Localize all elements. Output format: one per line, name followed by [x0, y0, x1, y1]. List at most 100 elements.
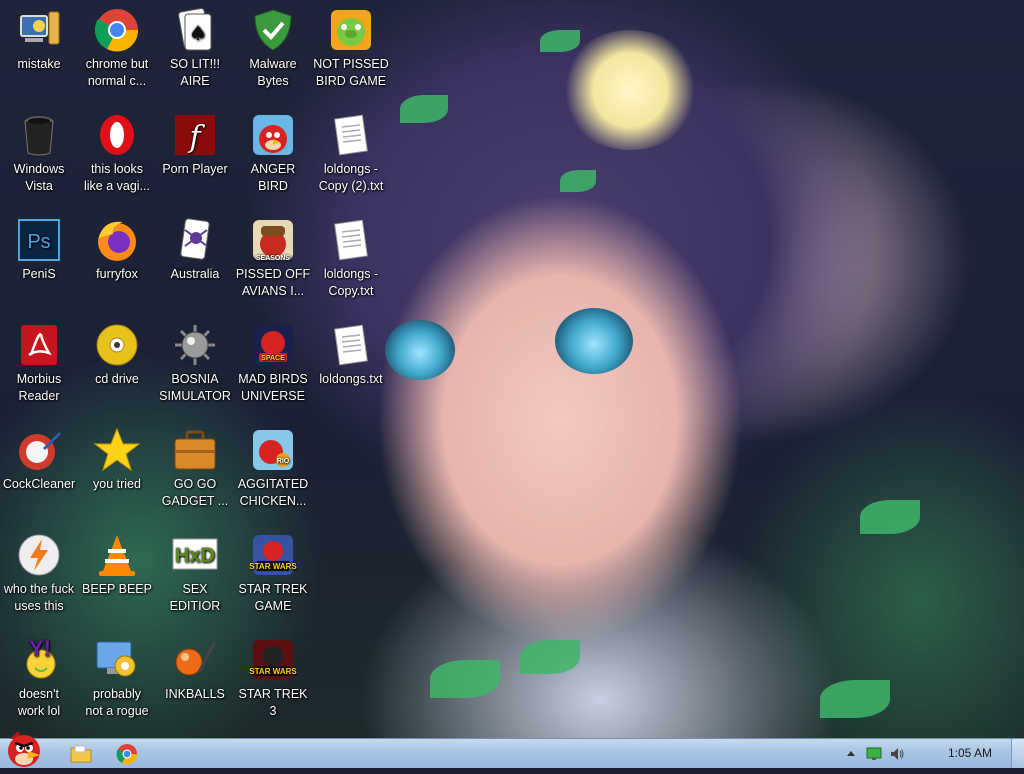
taskbar: 1:05 AM: [0, 731, 1024, 768]
desktop-icon-label: cd drive: [95, 372, 139, 386]
desktop-icon-label: STAR TREK GAME: [238, 582, 308, 613]
desktop-icon-loldongs[interactable]: loldongs.txt: [313, 321, 389, 388]
desktop-icon-mad-birds-universe[interactable]: SPACE MAD BIRDS UNIVERSE: [235, 321, 311, 405]
desktop-icon-australia[interactable]: Australia: [157, 216, 233, 283]
svg-text:SPACE: SPACE: [261, 355, 285, 362]
desktop-icon-porn-player[interactable]: f Porn Player: [157, 111, 233, 178]
desktop-icon-malware-bytes[interactable]: Malware Bytes: [235, 6, 311, 90]
desktop-icon-label: this looks like a vagi...: [83, 162, 150, 193]
desktop-icon-inkballs[interactable]: INKBALLS: [157, 636, 233, 703]
angry-birds-rio-icon: RIO: [249, 426, 297, 474]
desktop-icon-label: chrome but normal c...: [85, 57, 149, 88]
wallpaper-leaf-decoration: [560, 170, 596, 192]
wallpaper-leaf-decoration: [520, 640, 580, 674]
show-desktop-button[interactable]: [1011, 739, 1024, 768]
wallpaper-flower-decoration: [560, 30, 700, 150]
desktop-icon-windows-vista[interactable]: Windows Vista: [1, 111, 77, 195]
desktop-icon-label: ANGER BIRD: [250, 162, 296, 193]
svg-text:STAR WARS: STAR WARS: [249, 562, 297, 571]
desktop-icon-not-pissed-bird-game[interactable]: NOT PISSED BIRD GAME: [313, 6, 389, 90]
volume-icon[interactable]: [889, 746, 905, 762]
svg-text:Ps: Ps: [27, 231, 50, 253]
desktop-icon-label: Windows Vista: [13, 162, 65, 193]
svg-text:SEASONS: SEASONS: [256, 255, 291, 262]
text-file-icon: [327, 216, 375, 264]
desktop-icon-this-looks-like[interactable]: this looks like a vagi...: [79, 111, 155, 195]
desktop-icon-label: CockCleaner: [2, 477, 76, 491]
desktop-icon-loldongs-copy[interactable]: loldongs - Copy.txt: [313, 216, 389, 300]
pig-icon: [327, 6, 375, 54]
desktop-icon-go-go-gadget[interactable]: GO GO GADGET ...: [157, 426, 233, 510]
desktop-icon-probably-not-a-rogue[interactable]: probably not a rogue: [79, 636, 155, 720]
wallpaper-left-eye: [385, 320, 455, 380]
mine-icon: [171, 321, 219, 369]
desktop-icon-chrome-but-normal[interactable]: chrome but normal c...: [79, 6, 155, 90]
desktop-icon-label: who the fuck uses this: [3, 582, 75, 613]
show-hidden-icons-arrow[interactable]: [846, 749, 856, 759]
taskbar-explorer-button[interactable]: [69, 742, 93, 766]
desktop-icon-anger-bird[interactable]: ANGER BIRD: [235, 111, 311, 195]
desktop-icon-morbius-reader[interactable]: Morbius Reader: [1, 321, 77, 405]
wallpaper-leaf-decoration: [400, 95, 448, 123]
desktop-icon-cockcleaner[interactable]: CockCleaner: [1, 426, 77, 493]
firefox-icon: [93, 216, 141, 264]
opera-icon: [93, 111, 141, 159]
desktop-icon-label: you tried: [93, 477, 141, 491]
ccleaner-icon: [15, 426, 63, 474]
desktop-icon-label: mistake: [17, 57, 61, 71]
start-button[interactable]: [2, 729, 48, 769]
wallpaper-leaf-decoration: [860, 500, 920, 534]
folder-icon: [70, 745, 92, 763]
svg-text:RIO: RIO: [277, 458, 290, 465]
desktop-icon-label: STAR TREK 3: [238, 687, 308, 718]
desktop-icon-label: doesn't work lol: [17, 687, 61, 718]
computer-icon: [15, 6, 63, 54]
desktop-icon-who-the-fuck-uses-this[interactable]: who the fuck uses this: [1, 531, 77, 615]
recycle-bin-icon: [15, 111, 63, 159]
desktop-icon-label: GO GO GADGET ...: [161, 477, 229, 508]
desktop-icon-mistake[interactable]: mistake: [1, 6, 77, 73]
desktop-icon-sex-editior[interactable]: HxD SEX EDITIOR: [157, 531, 233, 615]
desktop-icon-star-trek-3[interactable]: STAR WARS STAR TREK 3: [235, 636, 311, 720]
text-file-icon: [327, 111, 375, 159]
inkball-icon: [171, 636, 219, 684]
desktop-icon-aggitated-chicken[interactable]: RIO AGGITATED CHICKEN...: [235, 426, 311, 510]
desktop-icon-so-lit-aire[interactable]: ♠ SO LIT!!! AIRE: [157, 6, 233, 90]
angry-birds-star-wars-2-icon: STAR WARS: [249, 636, 297, 684]
angry-birds-space-icon: SPACE: [249, 321, 297, 369]
desktop-icon-cd-drive[interactable]: cd drive: [79, 321, 155, 388]
desktop-icon-loldongs-copy-2[interactable]: loldongs - Copy (2).txt: [313, 111, 389, 195]
desktop-icon-star-trek-game[interactable]: STAR WARS STAR TREK GAME: [235, 531, 311, 615]
shield-icon: [249, 6, 297, 54]
taskbar-chrome-button[interactable]: [115, 742, 139, 766]
taskbar-clock[interactable]: 1:05 AM: [948, 746, 992, 760]
desktop-icon-beep-beep[interactable]: BEEP BEEP: [79, 531, 155, 598]
desktop-icon-label: PISSED OFF AVIANS I...: [235, 267, 311, 298]
cd-icon: [93, 321, 141, 369]
desktop-icon-bosnia-simulator[interactable]: BOSNIA SIMULATOR: [157, 321, 233, 405]
desktop-icon-label: Malware Bytes: [249, 57, 297, 88]
control-panel-icon: [93, 636, 141, 684]
desktop-icon-label: BEEP BEEP: [82, 582, 152, 596]
desktop-icon-label: Australia: [170, 267, 220, 281]
desktop-icon-label: SO LIT!!! AIRE: [169, 57, 220, 88]
desktop-icon-label: BOSNIA SIMULATOR: [159, 372, 231, 403]
desktop-icon-penis[interactable]: Ps PeniS: [1, 216, 77, 283]
desktop-icon-label: Morbius Reader: [16, 372, 62, 403]
vlc-icon: [93, 531, 141, 579]
wallpaper-leaf-decoration: [820, 680, 890, 718]
desktop-icon-label: furryfox: [96, 267, 138, 281]
solitaire-icon: ♠: [171, 6, 219, 54]
desktop-icon-doesnt-work-lol[interactable]: Y! doesn't work lol: [1, 636, 77, 720]
desktop-icon-pissed-off-avians[interactable]: SEASONS PISSED OFF AVIANS I...: [235, 216, 311, 300]
desktop-icon-label: loldongs - Copy (2).txt: [318, 162, 384, 193]
network-icon[interactable]: [866, 747, 882, 761]
chrome-icon: [93, 6, 141, 54]
desktop-icon-label: probably not a rogue: [85, 687, 149, 718]
desktop-icon-you-tried[interactable]: you tried: [79, 426, 155, 493]
svg-text:♠: ♠: [189, 21, 207, 45]
desktop-icon-furryfox[interactable]: furryfox: [79, 216, 155, 283]
desktop-icon-label: SEX EDITIOR: [169, 582, 221, 613]
flash-icon: f: [171, 111, 219, 159]
pdf-reader-icon: [15, 321, 63, 369]
